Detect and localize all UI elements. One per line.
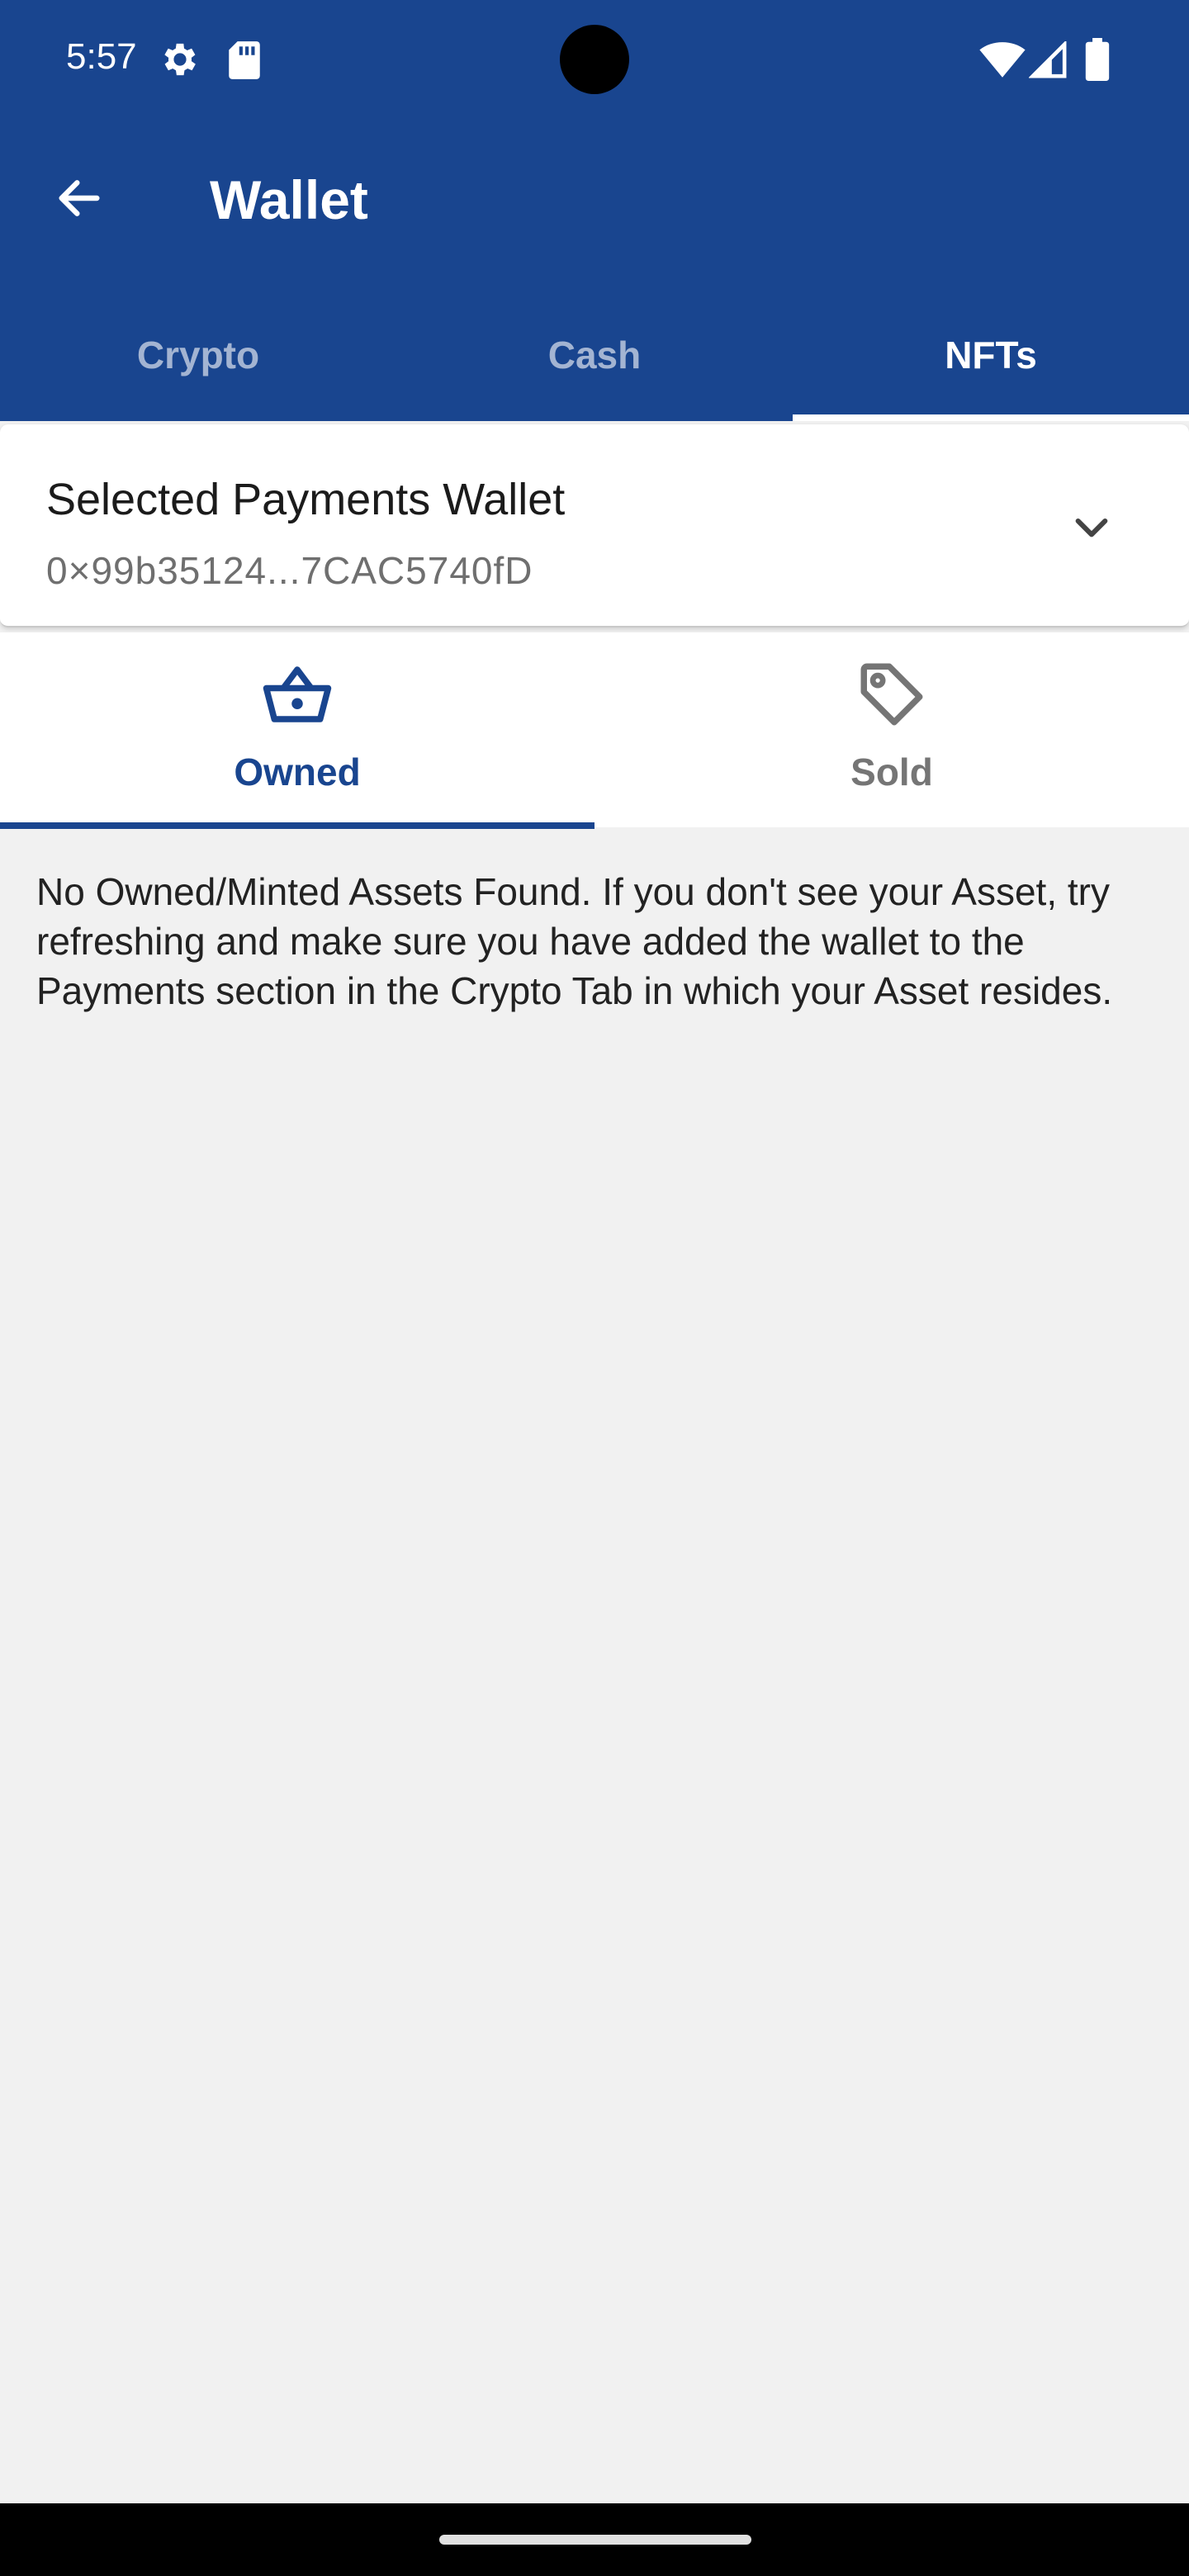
arrow-back-icon	[59, 180, 100, 216]
chevron-down-icon[interactable]	[1068, 504, 1115, 550]
tab-sold[interactable]: Sold	[594, 632, 1189, 827]
nft-sub-tabs: Owned Sold	[0, 632, 1189, 829]
gear-icon	[164, 43, 196, 76]
gesture-handle[interactable]	[439, 2535, 751, 2545]
tab-owned-label: Owned	[234, 751, 361, 793]
basket-icon	[263, 666, 332, 722]
page-title: Wallet	[210, 169, 368, 230]
wallet-selector-title: Selected Payments Wallet	[46, 475, 566, 524]
back-button[interactable]	[46, 165, 112, 231]
tag-icon	[860, 663, 923, 726]
wifi-icon	[979, 42, 1026, 78]
signal-icon	[1029, 41, 1067, 78]
battery-icon	[1085, 38, 1110, 81]
app-header: 5:57 Wallet Crypto Cash NFTs	[0, 0, 1189, 421]
tab-cash[interactable]: Cash	[396, 305, 793, 421]
tab-nfts[interactable]: NFTs	[793, 305, 1189, 421]
status-time: 5:57	[66, 36, 137, 77]
wallet-address: 0×99b35124...7CAC5740fD	[46, 549, 533, 592]
tab-sold-label: Sold	[850, 751, 933, 793]
empty-state-message: No Owned/Minted Assets Found. If you don…	[36, 870, 1113, 1012]
screen: 5:57 Wallet Crypto Cash NFTs Selected Pa…	[0, 0, 1189, 2576]
wallet-selector[interactable]: Selected Payments Wallet 0×99b35124...7C…	[0, 424, 1189, 627]
camera-cutout	[560, 25, 629, 94]
tab-crypto[interactable]: Crypto	[0, 305, 396, 421]
sd-card-icon	[229, 41, 260, 79]
status-bar: 5:57	[0, 0, 1189, 116]
tab-owned[interactable]: Owned	[0, 632, 594, 829]
top-tab-bar: Crypto Cash NFTs	[0, 305, 1189, 421]
